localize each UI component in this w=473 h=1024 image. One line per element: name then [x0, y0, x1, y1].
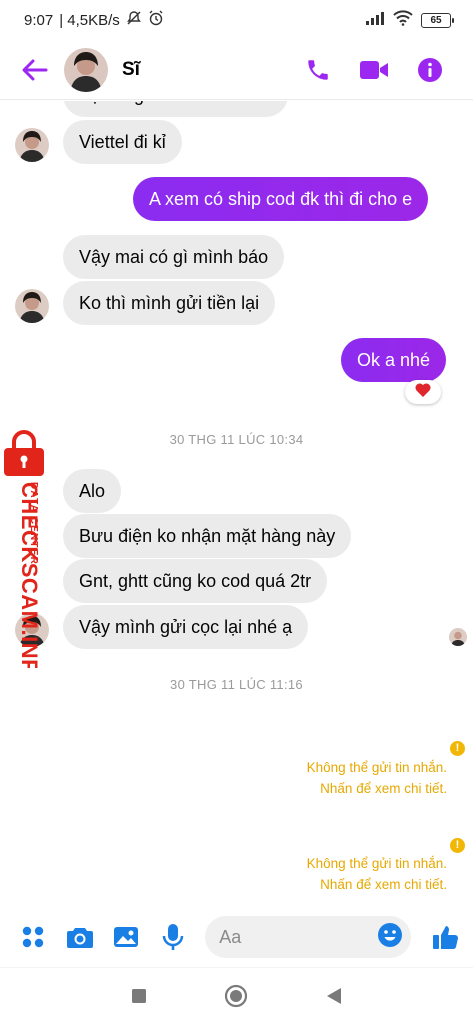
warning-icon: !: [450, 741, 465, 756]
recents-button[interactable]: [124, 981, 154, 1011]
checkscam-watermark: CHECKSCAM.INFO DATA CENTER: [0, 428, 54, 691]
thumbs-up-icon[interactable]: [431, 922, 461, 952]
send-failed-details-link[interactable]: Nhấn để xem chi tiết.: [307, 778, 447, 799]
send-failed-notice[interactable]: Không thể gửi tin nhắn. Nhấn để xem chi …: [307, 757, 447, 799]
wifi-icon: [393, 10, 413, 30]
message-list: Tại đó giờ ai viettel kẻ ư Viettel đi kỉ…: [0, 101, 473, 907]
microphone-icon[interactable]: [158, 922, 188, 952]
back-arrow-icon[interactable]: [20, 55, 50, 85]
header-actions: [303, 55, 445, 85]
video-call-icon[interactable]: [359, 55, 389, 85]
message-incoming[interactable]: Alo: [63, 469, 122, 513]
alarm-icon: [148, 10, 164, 30]
phone-call-icon[interactable]: [303, 55, 333, 85]
message-incoming[interactable]: Vậy mai có gì mình báo: [63, 235, 285, 279]
contact-name[interactable]: Sĩ: [122, 59, 140, 81]
timestamp-divider: 30 THG 11 LÚC 11:16: [170, 677, 303, 692]
info-icon[interactable]: [415, 55, 445, 85]
message-incoming[interactable]: Tại đó giờ ai viettel kẻ ư: [63, 101, 288, 117]
battery-level: 65: [430, 14, 442, 26]
sender-avatar[interactable]: [15, 128, 49, 162]
signal-icon: [365, 11, 385, 29]
send-failed-notice[interactable]: Không thể gửi tin nhắn. Nhấn để xem chi …: [307, 853, 447, 895]
heart-icon: [415, 383, 431, 401]
status-bar: 9:07 | 4,5KB/s 65: [0, 0, 473, 40]
heart-reaction[interactable]: [405, 380, 441, 404]
camera-icon[interactable]: [65, 922, 95, 952]
sender-avatar[interactable]: [15, 289, 49, 323]
message-input[interactable]: [219, 926, 378, 948]
more-apps-icon[interactable]: [18, 922, 48, 952]
emoji-icon[interactable]: [377, 922, 403, 953]
conversation-header: Sĩ: [0, 40, 473, 100]
warning-icon: !: [450, 838, 465, 853]
send-failed-text: Không thể gửi tin nhắn.: [306, 760, 447, 775]
message-incoming[interactable]: Vậy mình gửi cọc lại nhé ạ: [63, 605, 309, 649]
status-network-speed: | 4,5KB/s: [59, 11, 120, 29]
seen-receipt-avatar: [449, 628, 467, 646]
back-button[interactable]: [319, 981, 349, 1011]
timestamp-divider: 30 THG 11 LÚC 10:34: [169, 432, 304, 447]
status-time: 9:07: [24, 11, 54, 29]
message-incoming[interactable]: Viettel đi kỉ: [63, 120, 182, 164]
system-nav-bar: [0, 967, 473, 1024]
send-failed-text: Không thể gửi tin nhắn.: [306, 856, 447, 871]
home-button[interactable]: [221, 981, 251, 1011]
contact-avatar[interactable]: [64, 47, 108, 92]
gallery-icon[interactable]: [112, 922, 142, 952]
message-outgoing[interactable]: A xem có ship cod đk thì đi cho e: [133, 177, 429, 221]
message-outgoing[interactable]: Ok a nhé: [341, 338, 447, 382]
battery-icon: 65: [421, 12, 454, 28]
message-composer: [0, 907, 473, 967]
message-incoming[interactable]: Ko thì mình gửi tiền lại: [63, 281, 276, 325]
send-failed-details-link[interactable]: Nhấn để xem chi tiết.: [307, 874, 447, 895]
status-left: 9:07 | 4,5KB/s: [24, 10, 164, 30]
status-right: 65: [365, 10, 454, 30]
mute-icon: [126, 10, 142, 30]
message-incoming[interactable]: Gnt, ghtt cũng ko cod quá 2tr: [63, 559, 328, 603]
message-incoming[interactable]: Bưu điện ko nhận mặt hàng này: [63, 514, 352, 558]
watermark-subtitle: DATA CENTER: [28, 482, 39, 565]
message-input-container[interactable]: [205, 916, 412, 958]
